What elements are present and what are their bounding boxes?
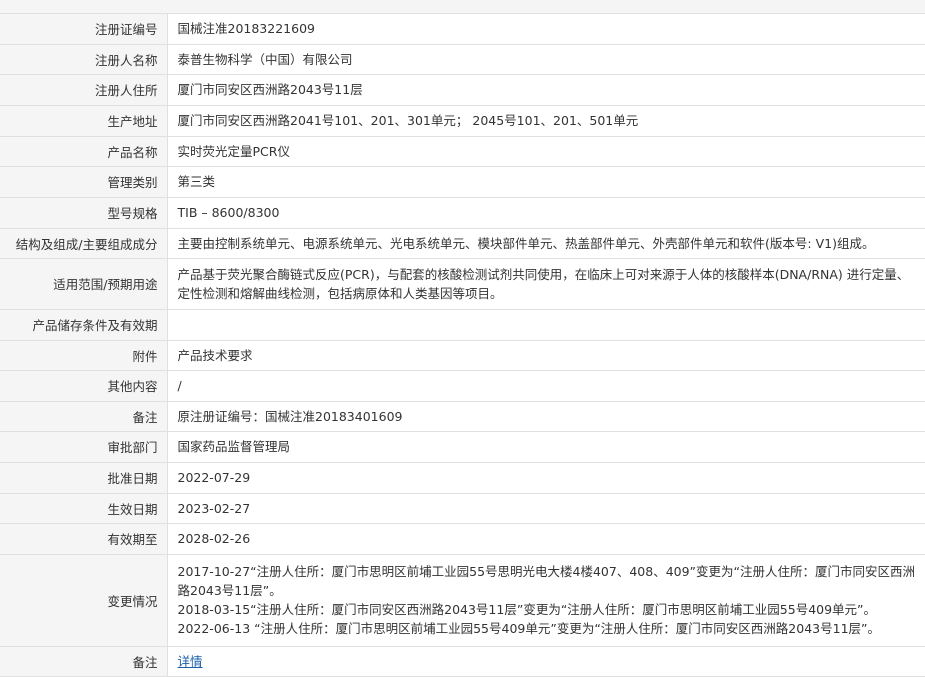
change-entry: 2022-06-13 “注册人住所：厦门市思明区前埔工业园55号409单元”变更… xyxy=(177,621,881,636)
table-row: 产品名称 实时荧光定量PCR仪 xyxy=(0,136,925,167)
field-label: 产品储存条件及有效期 xyxy=(0,309,168,341)
table-row: 其他内容 / xyxy=(0,370,925,402)
table-row: 结构及组成/主要组成成分 主要由控制系统单元、电源系统单元、光电系统单元、模块部… xyxy=(0,228,925,259)
field-value: 详情 xyxy=(167,646,925,677)
table-row: 型号规格 TIB – 8600/8300 xyxy=(0,197,925,229)
field-label: 审批部门 xyxy=(0,431,168,463)
table-row: 有效期至 2028-02-26 xyxy=(0,523,925,555)
field-label: 产品名称 xyxy=(0,136,168,167)
field-value: 实时荧光定量PCR仪 xyxy=(167,136,925,167)
registration-info-table: 注册证编号 国械注准20183221609 注册人名称 泰普生物科学（中国）有限… xyxy=(0,14,925,677)
field-label: 备注 xyxy=(0,646,168,677)
field-value: 产品技术要求 xyxy=(167,340,925,371)
table-row: 生效日期 2023-02-27 xyxy=(0,493,925,524)
field-value: 原注册证编号：国械注准20183401609 xyxy=(167,401,925,432)
change-history: 2017-10-27“注册人住所：厦门市思明区前埔工业园55号思明光电大楼4楼4… xyxy=(167,554,925,647)
field-label: 附件 xyxy=(0,340,168,371)
field-label: 变更情况 xyxy=(0,554,168,647)
change-entry: 2018-03-15“注册人住所：厦门市同安区西洲路2043号11层”变更为“注… xyxy=(177,602,877,617)
field-label: 备注 xyxy=(0,401,168,432)
table-row: 适用范围/预期用途 产品基于荧光聚合酶链式反应(PCR)，与配套的核酸检测试剂共… xyxy=(0,258,925,310)
field-value: 2022-07-29 xyxy=(167,462,925,494)
field-value: 2023-02-27 xyxy=(167,493,925,524)
change-entry: 2017-10-27“注册人住所：厦门市思明区前埔工业园55号思明光电大楼4楼4… xyxy=(177,564,916,598)
field-label: 型号规格 xyxy=(0,197,168,229)
field-value: 国家药品监督管理局 xyxy=(167,431,925,463)
field-value: 泰普生物科学（中国）有限公司 xyxy=(167,44,925,75)
table-row: 注册证编号 国械注准20183221609 xyxy=(0,14,925,45)
field-label: 批准日期 xyxy=(0,462,168,494)
field-label: 生产地址 xyxy=(0,105,168,137)
field-label: 管理类别 xyxy=(0,166,168,198)
details-link[interactable]: 详情 xyxy=(178,654,203,669)
table-row: 审批部门 国家药品监督管理局 xyxy=(0,431,925,463)
field-value: 厦门市同安区西洲路2043号11层 xyxy=(167,74,925,106)
field-label: 结构及组成/主要组成成分 xyxy=(0,228,168,259)
table-row: 批准日期 2022-07-29 xyxy=(0,462,925,494)
table-row: 附件 产品技术要求 xyxy=(0,340,925,371)
field-label: 注册证编号 xyxy=(0,14,168,45)
field-label: 有效期至 xyxy=(0,523,168,555)
field-value: 厦门市同安区西洲路2041号101、201、301单元； 2045号101、20… xyxy=(167,105,925,137)
field-value: 第三类 xyxy=(167,166,925,198)
table-row: 管理类别 第三类 xyxy=(0,166,925,198)
top-bar xyxy=(0,0,925,14)
table-row: 注册人名称 泰普生物科学（中国）有限公司 xyxy=(0,44,925,75)
table-row-changes: 变更情况 2017-10-27“注册人住所：厦门市思明区前埔工业园55号思明光电… xyxy=(0,554,925,647)
field-label: 注册人名称 xyxy=(0,44,168,75)
table-row: 备注 详情 xyxy=(0,646,925,677)
field-value: 产品基于荧光聚合酶链式反应(PCR)，与配套的核酸检测试剂共同使用，在临床上可对… xyxy=(167,258,925,310)
field-label: 注册人住所 xyxy=(0,74,168,106)
field-value: 主要由控制系统单元、电源系统单元、光电系统单元、模块部件单元、热盖部件单元、外壳… xyxy=(167,228,925,259)
table-row: 产品储存条件及有效期 xyxy=(0,309,925,341)
table-row: 备注 原注册证编号：国械注准20183401609 xyxy=(0,401,925,432)
table-row: 注册人住所 厦门市同安区西洲路2043号11层 xyxy=(0,74,925,106)
field-value: 2028-02-26 xyxy=(167,523,925,555)
table-row: 生产地址 厦门市同安区西洲路2041号101、201、301单元； 2045号1… xyxy=(0,105,925,137)
field-value: TIB – 8600/8300 xyxy=(167,197,925,229)
field-label: 生效日期 xyxy=(0,493,168,524)
field-value xyxy=(167,309,925,341)
field-value: 国械注准20183221609 xyxy=(167,14,925,45)
field-value: / xyxy=(167,370,925,402)
field-label: 其他内容 xyxy=(0,370,168,402)
field-label: 适用范围/预期用途 xyxy=(0,258,168,310)
